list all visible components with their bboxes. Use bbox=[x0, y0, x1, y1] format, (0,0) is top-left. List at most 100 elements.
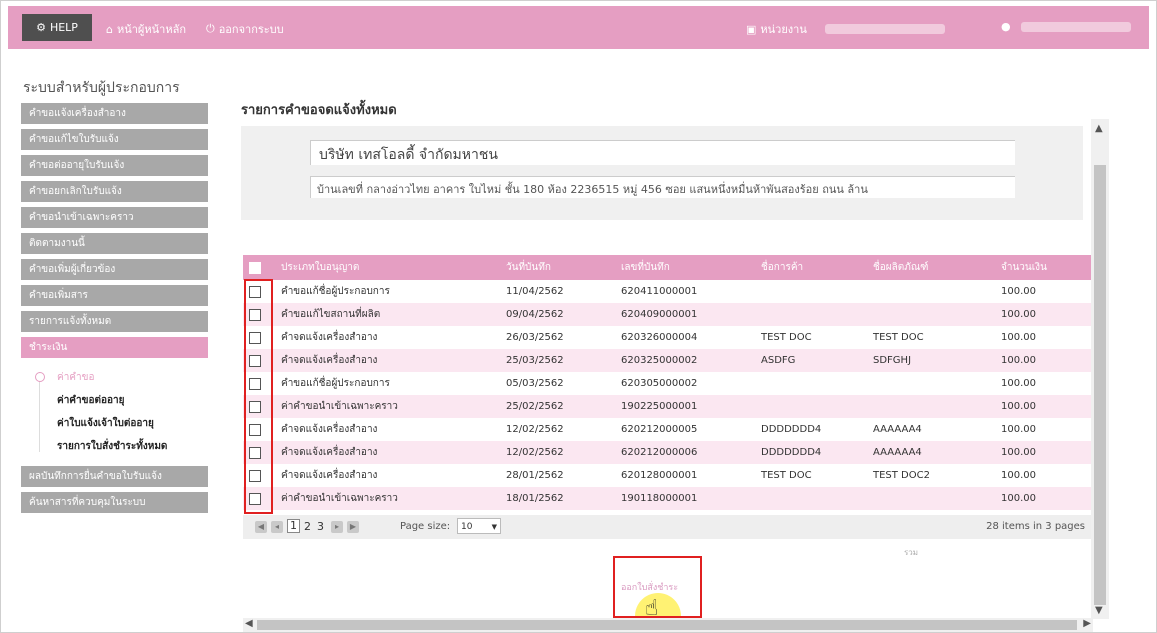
cell-trade-name: DDDDDDD4 bbox=[761, 447, 822, 458]
col-header-record-number[interactable]: เลขที่บันทึก bbox=[615, 255, 755, 280]
sidebar-item-import[interactable]: คำขอนำเข้าเฉพาะคราว bbox=[21, 207, 208, 228]
home-label: หน้าผู้หน้าหลัก bbox=[116, 23, 186, 36]
row-checkbox[interactable] bbox=[249, 492, 261, 505]
redacted-user-name bbox=[1020, 21, 1131, 32]
table-row[interactable]: คำจดแจ้งเครื่องสำอาง 12/02/2562 6202120000… bbox=[243, 418, 1091, 441]
row-checkbox[interactable] bbox=[249, 423, 261, 436]
col-header-trade-name[interactable]: ชื่อการค้า bbox=[755, 255, 867, 280]
cell-product-name: TEST DOC2 bbox=[873, 470, 930, 481]
sidebar-item-track[interactable]: ติดตามงานนี้ bbox=[21, 233, 208, 254]
sidebar-item-notify[interactable]: คำขอแจ้งเครื่องสำอาง bbox=[21, 103, 208, 124]
row-checkbox[interactable] bbox=[249, 308, 261, 321]
first-page-icon[interactable]: ◀ bbox=[255, 521, 267, 533]
payment-submenu: ค่าคำขอ ค่าคำขอต่ออายุ ค่าใบแจ้งเจ้าใบต่… bbox=[21, 366, 208, 458]
sidebar-item-payment[interactable]: ชำระเงิน bbox=[21, 337, 208, 358]
sidebar-item-edit[interactable]: คำขอแก้ไขใบรับแจ้ง bbox=[21, 129, 208, 150]
cell-record-date: 12/02/2562 bbox=[506, 447, 564, 458]
table-row[interactable]: คำขอแก้ชื่อผู้ประกอบการ 05/03/2562 6203050… bbox=[243, 372, 1091, 395]
table-row[interactable]: คำจดแจ้งเครื่องสำอาง 26/03/2562 6203260000… bbox=[243, 326, 1091, 349]
horizontal-scroll-thumb[interactable] bbox=[257, 620, 1077, 630]
home-link[interactable]: ⌂ หน้าผู้หน้าหลัก bbox=[106, 20, 186, 38]
cell-license-type: คำจดแจ้งเครื่องสำอาง bbox=[281, 355, 378, 366]
cell-amount: 100.00 bbox=[1001, 332, 1036, 343]
sidebar-item-add-person[interactable]: คำขอเพิ่มผู้เกี่ยวข้อง bbox=[21, 259, 208, 280]
sidebar-menu: คำขอแจ้งเครื่องสำอาง คำขอแก้ไขใบรับแจ้ง … bbox=[21, 103, 208, 518]
row-checkbox[interactable] bbox=[249, 354, 261, 367]
help-button[interactable]: ⚙ HELP bbox=[22, 14, 92, 41]
table-row[interactable]: ค่าคำขอนำเข้าเฉพาะคราว 25/02/2562 19022500… bbox=[243, 395, 1091, 418]
select-all-checkbox[interactable] bbox=[249, 261, 261, 274]
logout-link[interactable]: ⏻ ออกจากระบบ bbox=[206, 20, 284, 38]
cell-product-name: AAAAAA4 bbox=[873, 424, 922, 435]
scroll-right-icon[interactable]: ▶ bbox=[1083, 618, 1091, 629]
page-link-1[interactable]: 1 bbox=[287, 519, 300, 533]
scroll-down-icon[interactable]: ▼ bbox=[1095, 605, 1103, 616]
table-row[interactable]: คำจดแจ้งเครื่องสำอาง 25/03/2562 6203250000… bbox=[243, 349, 1091, 372]
power-icon: ⏻ bbox=[206, 22, 215, 35]
submenu-label: ค่าคำขอ bbox=[57, 372, 95, 383]
vertical-scroll-thumb[interactable] bbox=[1094, 165, 1106, 605]
submenu-item-request-fee[interactable]: ค่าคำขอ bbox=[21, 366, 208, 389]
row-checkbox[interactable] bbox=[249, 446, 261, 459]
table-row[interactable]: คำขอแก้ชื่อผู้ประกอบการ 11/04/2562 6204110… bbox=[243, 280, 1091, 303]
page-link-3[interactable]: 3 bbox=[317, 520, 324, 533]
scroll-up-icon[interactable]: ▲ bbox=[1095, 123, 1103, 134]
vertical-scrollbar[interactable]: ▲ ▼ bbox=[1091, 119, 1109, 619]
prev-page-icon[interactable]: ◂ bbox=[271, 521, 283, 533]
cell-amount: 100.00 bbox=[1001, 378, 1036, 389]
home-icon: ⌂ bbox=[106, 22, 113, 36]
page-link-2[interactable]: 2 bbox=[304, 520, 311, 533]
row-checkbox[interactable] bbox=[249, 400, 261, 413]
cell-product-name bbox=[867, 303, 995, 326]
table-row[interactable]: ค่าคำขอนำเข้าเฉพาะคราว 18/01/2562 19011800… bbox=[243, 487, 1091, 510]
sidebar-item-cancel[interactable]: คำขอยกเลิกใบรับแจ้ง bbox=[21, 181, 208, 202]
cell-record-date: 05/03/2562 bbox=[506, 378, 564, 389]
cell-trade-name bbox=[755, 280, 867, 303]
row-select-cell bbox=[243, 303, 275, 326]
row-checkbox[interactable] bbox=[249, 331, 261, 344]
submenu-item-certificate-renewal-fee[interactable]: ค่าใบแจ้งเจ้าใบต่ออายุ bbox=[21, 412, 208, 435]
page-size-select[interactable]: 10 ▼ bbox=[457, 518, 501, 534]
next-page-icon[interactable]: ▸ bbox=[331, 521, 343, 533]
row-select-cell bbox=[243, 487, 275, 510]
cell-amount: 100.00 bbox=[1001, 309, 1036, 320]
col-header-license-type[interactable]: ประเภทใบอนุญาต bbox=[275, 255, 500, 280]
total-label: รวม bbox=[904, 548, 919, 557]
sidebar-item-add-substance[interactable]: คำขอเพิ่มสาร bbox=[21, 285, 208, 306]
sidebar-item-renew[interactable]: คำขอต่ออายุใบรับแจ้ง bbox=[21, 155, 208, 176]
sidebar-title: ระบบสำหรับผู้ประกอบการ bbox=[23, 80, 180, 96]
horizontal-scrollbar[interactable]: ◀ ▶ bbox=[243, 618, 1093, 632]
cell-record-number: 620212000006 bbox=[621, 447, 698, 458]
table-row[interactable]: คำจดแจ้งเครื่องสำอาง 12/02/2562 6202120000… bbox=[243, 441, 1091, 464]
cell-license-type: คำขอแก้ชื่อผู้ประกอบการ bbox=[281, 378, 390, 389]
sidebar-item-search-substance[interactable]: ค้นหาสารที่ควบคุมในระบบ bbox=[21, 492, 208, 513]
row-select-cell bbox=[243, 280, 275, 303]
col-header-amount[interactable]: จำนวนเงิน bbox=[995, 255, 1091, 280]
table-row[interactable]: คำขอแก้ไขสถานที่ผลิต 09/04/2562 6204090000… bbox=[243, 303, 1091, 326]
user-menu[interactable]: ● bbox=[1001, 20, 1131, 33]
table-row[interactable]: คำจดแจ้งเครื่องสำอาง 28/01/2562 6201280000… bbox=[243, 464, 1091, 487]
cell-license-type: คำจดแจ้งเครื่องสำอาง bbox=[281, 447, 378, 458]
page-size-label: Page size: bbox=[400, 521, 451, 532]
scroll-left-icon[interactable]: ◀ bbox=[245, 618, 253, 629]
submenu-label: ค่าใบแจ้งเจ้าใบต่ออายุ bbox=[57, 418, 154, 429]
submenu-item-all-payment-slips[interactable]: รายการใบสั่งชำระทั้งหมด bbox=[21, 435, 208, 458]
cell-trade-name bbox=[755, 395, 867, 418]
cell-record-date: 28/01/2562 bbox=[506, 470, 564, 481]
sidebar-item-submission-result[interactable]: ผลบันทึกการยื่นคำขอใบรับแจ้ง bbox=[21, 466, 208, 487]
issue-payment-slip-button[interactable]: ออกใบสั่งชำระ bbox=[621, 580, 678, 594]
sidebar-item-all-notices[interactable]: รายการแจ้งทั้งหมด bbox=[21, 311, 208, 332]
gear-icon: ⚙ bbox=[36, 21, 46, 34]
row-checkbox[interactable] bbox=[249, 285, 261, 298]
top-navbar: ⚙ HELP ⌂ หน้าผู้หน้าหลัก ⏻ ออกจากระบบ ▣ … bbox=[8, 6, 1149, 49]
row-checkbox[interactable] bbox=[249, 469, 261, 482]
cell-license-type: คำขอแก้ชื่อผู้ประกอบการ bbox=[281, 286, 390, 297]
col-header-product-name[interactable]: ชื่อผลิตภัณฑ์ bbox=[867, 255, 995, 280]
cell-product-name bbox=[867, 395, 995, 418]
submenu-item-renewal-fee[interactable]: ค่าคำขอต่ออายุ bbox=[21, 389, 208, 412]
col-header-record-date[interactable]: วันที่บันทึก bbox=[500, 255, 615, 280]
row-checkbox[interactable] bbox=[249, 377, 261, 390]
agency-info: ▣ หน่วยงาน bbox=[746, 20, 945, 38]
cell-amount: 100.00 bbox=[1001, 355, 1036, 366]
last-page-icon[interactable]: ▶ bbox=[347, 521, 359, 533]
